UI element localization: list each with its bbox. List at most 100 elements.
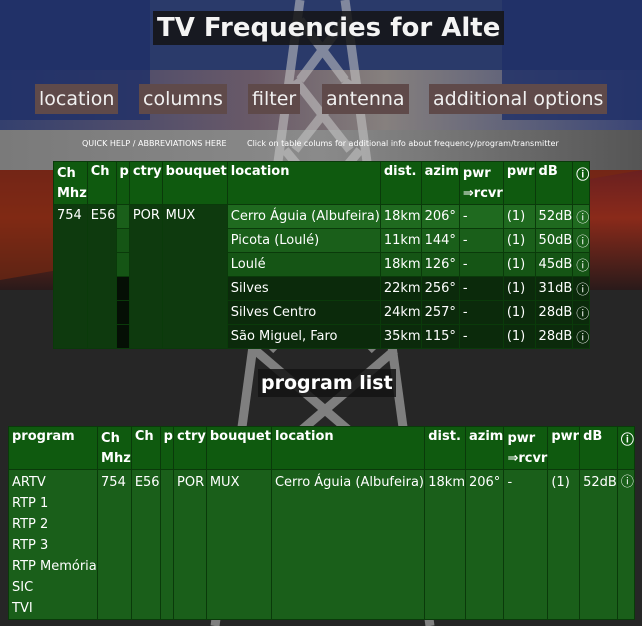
col-pwr[interactable]: pwr (502, 161, 536, 205)
program-list-title: program list (258, 369, 396, 397)
table-row[interactable]: ARTV RTP 1 RTP 2 RTP 3 RTP Memória SIC T… (7, 469, 636, 620)
cell-ch[interactable]: E56 (86, 204, 117, 349)
cell-azim: 206° (420, 204, 460, 229)
quick-help-link[interactable]: QUICK HELP / ABBREVIATIONS HERE (82, 139, 227, 148)
cell-mhz[interactable]: 754 (97, 469, 132, 620)
cell-azim: 144° (420, 228, 460, 253)
program-item-tvi[interactable]: TVI (12, 598, 97, 619)
frequency-table: Ch Mhz Ch p ctry bouquet location dist. a… (53, 161, 591, 349)
col-ch-mhz[interactable]: Ch Mhz (97, 426, 132, 470)
cell-ctry[interactable]: POR (173, 469, 207, 620)
cell-location[interactable]: Picota (Loulé) (226, 228, 381, 253)
cell-dist: 18km (379, 252, 422, 277)
cell-pwr: (1) (502, 252, 536, 277)
cell-bouquet[interactable]: MUX (205, 469, 272, 620)
cell-ch[interactable]: E56 (130, 469, 161, 620)
cell-azim: 256° (420, 276, 460, 301)
col-info-icon[interactable]: ⓘ (616, 426, 636, 470)
cell-db: 45dB (534, 252, 574, 277)
col-program[interactable]: program (7, 426, 99, 470)
cell-pwr-rcvr: - (503, 469, 549, 620)
col-bouquet[interactable]: bouquet (205, 426, 272, 470)
col-info-icon[interactable]: ⓘ (572, 161, 591, 205)
program-item-rtp3[interactable]: RTP 3 (12, 535, 97, 556)
col-ctry[interactable]: ctry (128, 161, 163, 205)
info-icon[interactable]: ⓘ (572, 252, 591, 277)
cell-mhz[interactable]: 754 (53, 204, 88, 349)
cell-location[interactable]: Silves (226, 276, 381, 301)
cell-pwr: (1) (502, 228, 536, 253)
col-location[interactable]: location (270, 426, 426, 470)
cell-ctry[interactable]: POR (128, 204, 163, 349)
cell-p (159, 469, 175, 620)
col-p[interactable]: p (159, 426, 175, 470)
cell-pwr: (1) (547, 469, 581, 620)
col-p[interactable]: p (115, 161, 130, 205)
col-bouquet[interactable]: bouquet (161, 161, 228, 205)
cell-db: 28dB (534, 300, 574, 325)
info-icon[interactable]: ⓘ (572, 228, 591, 253)
col-ch[interactable]: Ch (86, 161, 117, 205)
program-item-sic[interactable]: SIC (12, 577, 97, 598)
cell-pwr-rcvr: - (458, 300, 504, 325)
col-pwr[interactable]: pwr (547, 426, 581, 470)
cell-dist: 35km (379, 324, 422, 349)
cell-pwr-rcvr: - (458, 276, 504, 301)
cell-pwr-rcvr: - (458, 252, 504, 277)
col-dist[interactable]: dist. (379, 161, 422, 205)
info-icon[interactable]: ⓘ (572, 276, 591, 301)
col-azim[interactable]: azim (420, 161, 460, 205)
col-dist[interactable]: dist. (424, 426, 466, 470)
cell-pwr-rcvr: - (458, 228, 504, 253)
info-icon[interactable]: ⓘ (572, 324, 591, 349)
cell-bouquet[interactable]: MUX (161, 204, 228, 349)
cell-azim: 115° (420, 324, 460, 349)
cell-db: 50dB (534, 228, 574, 253)
info-icon[interactable]: ⓘ (572, 204, 591, 229)
cell-location[interactable]: Cerro Águia (Albufeira) (270, 469, 426, 620)
cell-db: 52dB (579, 469, 618, 620)
col-db[interactable]: dB (534, 161, 574, 205)
cell-azim: 206° (464, 469, 505, 620)
menu-columns[interactable]: columns (139, 84, 227, 114)
cell-azim: 126° (420, 252, 460, 277)
cell-db: 52dB (534, 204, 574, 229)
cell-location[interactable]: Loulé (226, 252, 381, 277)
cell-dist: 22km (379, 276, 422, 301)
program-item-rtp2[interactable]: RTP 2 (12, 514, 97, 535)
col-db[interactable]: dB (579, 426, 618, 470)
cell-db: 31dB (534, 276, 574, 301)
col-pwr-rcvr[interactable]: pwr ⇒rcvr (503, 426, 549, 470)
click-hint: Click on table colums for additional inf… (247, 139, 559, 148)
cell-dist: 24km (379, 300, 422, 325)
cell-pwr: (1) (502, 324, 536, 349)
col-azim[interactable]: azim (464, 426, 505, 470)
program-item-rtp1[interactable]: RTP 1 (12, 493, 97, 514)
cell-location[interactable]: Cerro Águia (Albufeira) (226, 204, 381, 229)
cell-location[interactable]: São Miguel, Faro (226, 324, 381, 349)
info-icon[interactable]: ⓘ (572, 300, 591, 325)
cell-p (115, 204, 130, 229)
program-item-rtp-memoria[interactable]: RTP Memória (12, 556, 97, 577)
cell-p (115, 300, 130, 325)
col-ch[interactable]: Ch (130, 426, 161, 470)
cell-pwr: (1) (502, 300, 536, 325)
cell-location[interactable]: Silves Centro (226, 300, 381, 325)
menu-antenna[interactable]: antenna (322, 84, 409, 114)
menu-location[interactable]: location (35, 84, 119, 114)
cell-pwr-rcvr: - (458, 204, 504, 229)
col-ctry[interactable]: ctry (173, 426, 207, 470)
col-ch-mhz[interactable]: Ch Mhz (53, 161, 88, 205)
cell-p (115, 324, 130, 349)
cell-p (115, 252, 130, 277)
program-item-artv[interactable]: ARTV (12, 472, 97, 493)
menu-additional-options[interactable]: additional options (429, 84, 608, 114)
col-location[interactable]: location (226, 161, 381, 205)
info-icon[interactable]: ⓘ (616, 469, 636, 620)
menu-filter[interactable]: filter (248, 84, 301, 114)
cell-azim: 257° (420, 300, 460, 325)
table-row[interactable]: 754 E56 POR MUX Cerro Águia (Albufeira) … (53, 204, 591, 349)
cell-dist: 11km (379, 228, 422, 253)
program-table: program Ch Mhz Ch p ctry bouquet location… (7, 426, 636, 620)
col-pwr-rcvr[interactable]: pwr ⇒rcvr (458, 161, 504, 205)
